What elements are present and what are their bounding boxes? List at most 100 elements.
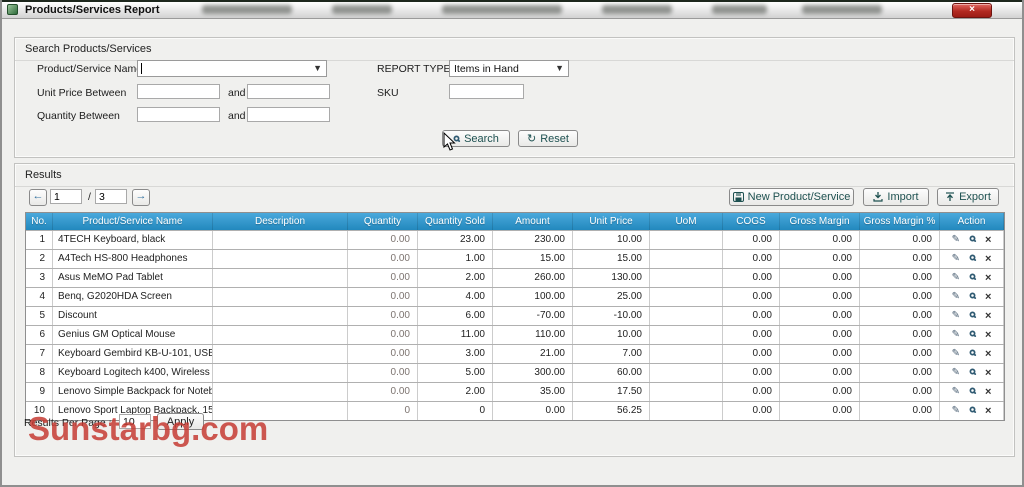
table-cell: 260.00 [493,269,573,287]
delete-icon[interactable]: × [985,386,991,398]
column-header[interactable]: No. [26,213,53,230]
edit-icon[interactable]: ✎ [952,368,960,378]
edit-icon[interactable]: ✎ [952,406,960,416]
table-cell: 11.00 [418,326,493,344]
action-cell: ✎ × [940,383,1004,401]
delete-icon[interactable]: × [985,272,991,284]
chevron-down-icon[interactable]: ▼ [313,63,322,73]
edit-icon[interactable]: ✎ [952,387,960,397]
reset-icon: ↻ [527,133,537,145]
reset-button-label: Reset [540,132,569,145]
column-header[interactable]: Quantity Sold [418,213,493,230]
column-header[interactable]: Gross Margin % [860,213,940,230]
edit-icon[interactable]: ✎ [952,292,960,302]
app-icon [7,4,18,15]
table-cell: 15.00 [493,250,573,268]
table-cell [213,345,348,363]
view-icon[interactable] [969,311,976,321]
current-page-input[interactable] [50,189,82,204]
table-cell: 0.00 [860,345,940,363]
view-icon[interactable] [969,406,976,416]
table-cell: 3.00 [418,345,493,363]
quantity-max-input[interactable] [247,107,330,122]
delete-icon[interactable]: × [985,291,991,303]
quantity-min-input[interactable] [137,107,220,122]
delete-icon[interactable]: × [985,405,991,417]
divider [15,186,1014,187]
view-icon[interactable] [969,254,976,264]
delete-icon[interactable]: × [985,367,991,379]
edit-icon[interactable]: ✎ [952,273,960,283]
report-type-label: REPORT TYPE [377,63,451,75]
table-cell [213,326,348,344]
and-label: and [228,87,246,99]
view-icon [969,292,976,299]
table-row: 6 Genius GM Optical Mouse 0.00 11.00 110.00 1… [26,325,1004,344]
table-cell: 0.00 [723,231,780,249]
chevron-down-icon[interactable]: ▼ [555,63,564,73]
view-icon[interactable] [969,273,976,283]
titlebar-smudge [712,5,767,14]
table-cell: 0.00 [723,345,780,363]
edit-icon[interactable]: ✎ [952,311,960,321]
title-bar[interactable]: Products/Services Report × [2,2,1022,19]
table-cell [650,326,723,344]
view-icon[interactable] [969,368,976,378]
edit-icon[interactable]: ✎ [952,330,960,340]
column-header[interactable]: Amount [493,213,573,230]
new-product-service-button[interactable]: New Product/Service [729,188,854,206]
export-icon [946,192,955,201]
view-icon[interactable] [969,349,976,359]
column-header[interactable]: Quantity [348,213,418,230]
view-icon [969,235,976,242]
delete-icon[interactable]: × [985,329,991,341]
column-header[interactable]: COGS [723,213,780,230]
prev-page-button[interactable]: ← [29,189,47,206]
column-header[interactable]: UoM [650,213,723,230]
view-icon[interactable] [969,387,976,397]
table-row: 4 Benq, G2020HDA Screen 0.00 4.00 100.00 25.0… [26,287,1004,306]
reset-button[interactable]: ↻ Reset [518,130,578,147]
unit-price-min-input[interactable] [137,84,220,99]
column-header[interactable]: Unit Price [573,213,650,230]
view-icon[interactable] [969,330,976,340]
quantity-label: Quantity Between [37,110,120,122]
edit-icon[interactable]: ✎ [952,235,960,245]
delete-icon[interactable]: × [985,348,991,360]
view-icon[interactable] [969,292,976,302]
column-header[interactable]: Gross Margin [780,213,860,230]
delete-icon[interactable]: × [985,310,991,322]
export-button[interactable]: Export [937,188,999,206]
table-cell: 110.00 [493,326,573,344]
table-cell: 0.00 [723,364,780,382]
table-cell: -70.00 [493,307,573,325]
delete-icon[interactable]: × [985,234,991,246]
table-row: 7Keyboard Gembird KB-U-101, USB, Black 0.… [26,344,1004,363]
column-header[interactable]: Action [940,213,1004,230]
new-product-service-label: New Product/Service [747,191,851,203]
column-header[interactable]: Description [213,213,348,230]
edit-icon[interactable]: ✎ [952,254,960,264]
table-cell: Keyboard Gembird KB-U-101, USB, Black [53,345,213,363]
report-type-combobox[interactable]: Items in Hand ▼ [449,60,569,77]
action-cell: ✎ × [940,269,1004,287]
column-header[interactable]: Product/Service Name [53,213,213,230]
table-cell: 0.00 [860,364,940,382]
table-cell: 4TECH Keyboard, black [53,231,213,249]
and-label: and [228,110,246,122]
table-cell: 0.00 [348,364,418,382]
close-button[interactable]: × [952,3,992,18]
edit-icon[interactable]: ✎ [952,349,960,359]
total-pages-input[interactable] [95,189,127,204]
view-icon [969,330,976,337]
next-page-button[interactable]: → [132,189,150,206]
sku-input[interactable] [449,84,524,99]
unit-price-max-input[interactable] [247,84,330,99]
product-name-combobox[interactable]: ▼ [137,60,327,77]
table-cell: 0.00 [860,269,940,287]
delete-icon[interactable]: × [985,253,991,265]
action-cell: ✎ × [940,364,1004,382]
import-button[interactable]: Import [863,188,929,206]
table-cell: 0.00 [723,326,780,344]
view-icon[interactable] [969,235,976,245]
